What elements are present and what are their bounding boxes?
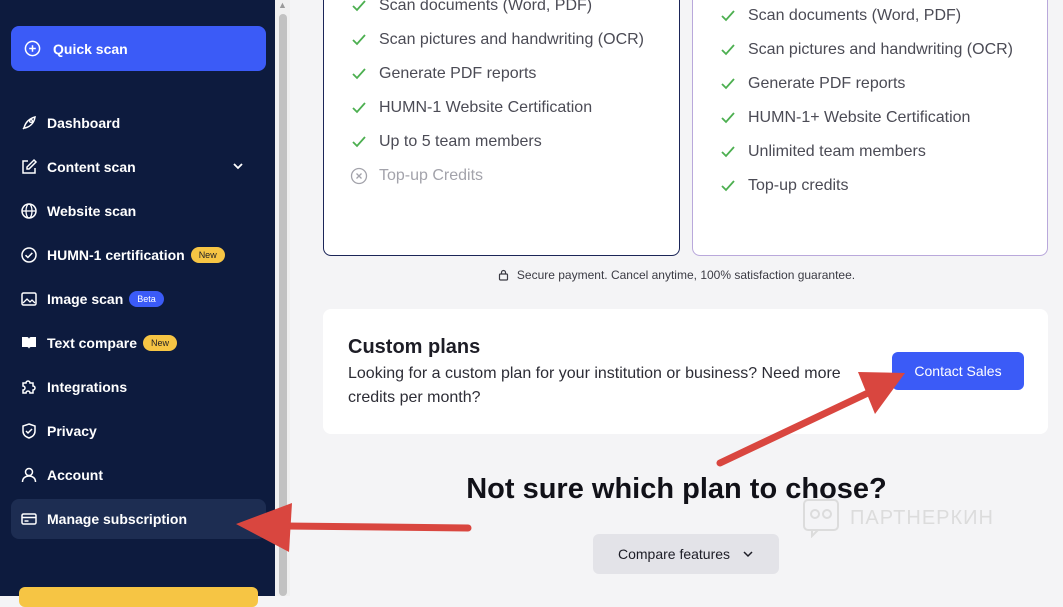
sidebar-item-dashboard[interactable]: Dashboard [11,103,266,143]
plan-feature: Generate PDF reports [719,75,905,93]
puzzle-icon [19,377,39,397]
custom-plans-card: Custom plans Looking for a custom plan f… [323,309,1048,434]
plan-feature-text: Scan documents (Word, PDF) [748,7,962,24]
rocket-icon [19,113,39,133]
scrollbar[interactable]: ▲ [275,0,290,596]
new-badge: New [190,247,225,263]
quick-scan-button[interactable]: Quick scan [11,26,266,71]
sidebar-item-label: Image scan [47,291,124,307]
sidebar-item-privacy[interactable]: Privacy [11,411,266,451]
beta-badge: Beta [129,291,164,307]
check-icon [350,133,368,151]
plan-feature-text: Up to 5 team members [379,133,542,150]
plan-card-premium: Scan documents (Word, PDF) Scan pictures… [692,0,1048,256]
image-icon [19,289,39,309]
contact-sales-button[interactable]: Contact Sales [892,352,1024,390]
scroll-up-icon[interactable]: ▲ [278,0,287,10]
sidebar-item-label: Manage subscription [47,511,188,527]
check-icon [719,75,737,93]
check-icon [719,143,737,161]
plan-feature-text: Unlimited team members [748,143,926,160]
scrollbar-thumb[interactable] [279,14,287,596]
sidebar-item-label: Privacy [47,423,97,439]
watermark-text: ПАРТНЕРКИН [850,506,994,529]
sidebar-item-manage-subscription[interactable]: Manage subscription [11,499,266,539]
sidebar-item-image-scan[interactable]: Image scan Beta [11,279,266,319]
book-icon [19,333,39,353]
sidebar-item-label: Dashboard [47,115,121,131]
check-icon [350,65,368,83]
sidebar-item-label: HUMN-1 certification [47,247,185,263]
check-icon [350,0,368,15]
plan-feature: Unlimited team members [719,143,926,161]
quick-scan-label: Quick scan [53,40,128,57]
sidebar-item-account[interactable]: Account [11,455,266,495]
plan-feature-text: Top-up credits [748,177,849,194]
check-icon [350,31,368,49]
sidebar-item-label: Text compare [47,335,137,351]
secure-payment-note: Secure payment. Cancel anytime, 100% sat… [290,268,1063,282]
check-icon [719,109,737,127]
plan-feature: Generate PDF reports [350,65,536,83]
plan-feature: Scan documents (Word, PDF) [719,7,961,25]
plan-feature: Up to 5 team members [350,133,542,151]
plus-circle-icon [24,40,41,57]
plan-feature-text: HUMN-1+ Website Certification [748,109,971,126]
sidebar: Quick scan Dashboard Content scan Websit… [0,0,275,607]
check-icon [719,7,737,25]
edit-icon [19,157,39,177]
plan-feature-text: Scan pictures and handwriting (OCR) [379,31,645,48]
plan-feature: Scan pictures and handwriting (OCR) [719,41,1013,59]
plan-feature-text: Scan pictures and handwriting (OCR) [748,41,1014,58]
plan-feature: Top-up Credits [350,167,483,185]
watermark-logo-icon [803,499,839,538]
plan-feature-text: Generate PDF reports [379,65,537,82]
plan-feature: Scan documents (Word, PDF) [350,0,592,15]
compare-features-button[interactable]: Compare features [593,534,779,574]
sidebar-item-humn-certification[interactable]: HUMN-1 certification New [11,235,266,275]
sidebar-item-label: Account [47,467,103,483]
chevron-down-icon[interactable] [232,160,244,172]
upgrade-button[interactable] [19,587,258,607]
sidebar-item-website-scan[interactable]: Website scan [11,191,266,231]
shield-icon [19,421,39,441]
globe-icon [19,201,39,221]
plan-feature: HUMN-1+ Website Certification [719,109,970,127]
plan-feature-text: Top-up Credits [379,167,484,184]
plan-feature-text: Scan documents (Word, PDF) [379,0,593,14]
check-icon [350,99,368,117]
new-badge: New [143,335,178,351]
custom-plans-description: Looking for a custom plan for your insti… [348,365,841,406]
sidebar-item-content-scan[interactable]: Content scan [11,147,266,187]
sidebar-item-integrations[interactable]: Integrations [11,367,266,407]
sidebar-item-label: Content scan [47,159,136,175]
plan-card-standard: Scan documents (Word, PDF) Scan pictures… [323,0,680,256]
lock-icon [498,269,508,281]
watermark: ПАРТНЕРКИН [802,498,994,538]
plan-feature: Scan pictures and handwriting (OCR) [350,31,644,49]
plan-feature-text: HUMN-1 Website Certification [379,99,593,116]
sidebar-item-label: Integrations [47,379,128,395]
chevron-down-icon [743,551,753,558]
main-content: Scan documents (Word, PDF) Scan pictures… [290,0,1063,596]
sidebar-item-label: Website scan [47,203,137,219]
check-icon [719,177,737,195]
check-circle-icon [19,245,39,265]
plan-feature-text: Generate PDF reports [748,75,906,92]
x-circle-icon [350,167,368,185]
compare-features-label: Compare features [617,546,731,562]
check-icon [719,41,737,59]
custom-plans-title: Custom plans [348,336,481,358]
card-icon [19,509,39,529]
plan-feature: Top-up credits [719,177,849,195]
secure-payment-text: Secure payment. Cancel anytime, 100% sat… [516,268,856,282]
plan-feature: HUMN-1 Website Certification [350,99,592,117]
user-icon [19,465,39,485]
sidebar-item-text-compare[interactable]: Text compare New [11,323,266,363]
